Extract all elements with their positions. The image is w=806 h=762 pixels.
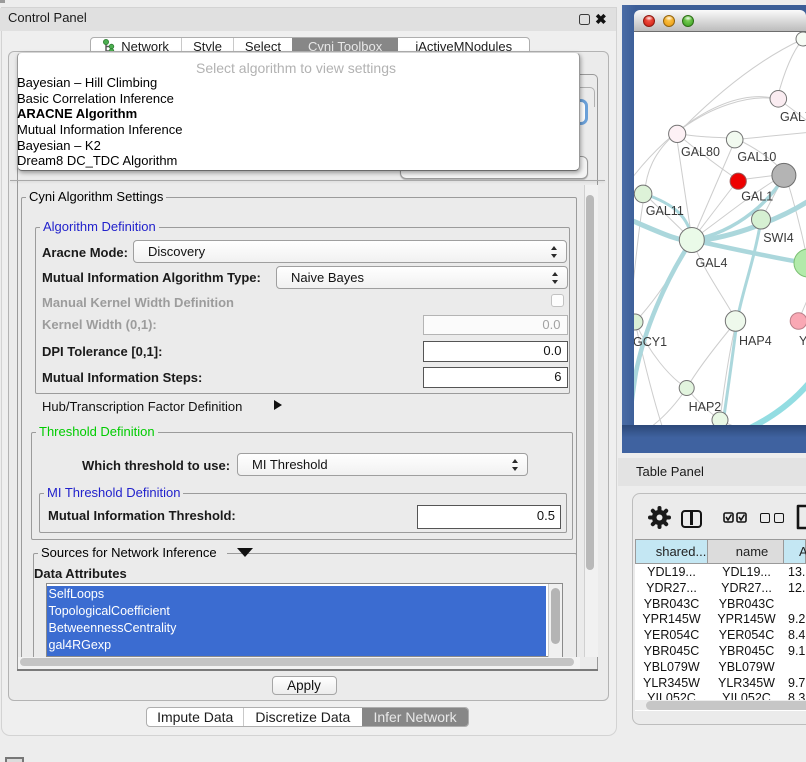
svg-text:GCY1: GCY1: [634, 335, 667, 349]
svg-text:HAP2: HAP2: [689, 400, 722, 414]
svg-text:GAL7: GAL7: [780, 110, 806, 124]
svg-text:GAL4: GAL4: [696, 256, 728, 270]
svg-text:GAL11: GAL11: [646, 204, 684, 218]
svg-text:SWI4: SWI4: [763, 231, 794, 245]
svg-text:GAL80: GAL80: [681, 145, 720, 159]
svg-text:GAL1: GAL1: [741, 190, 773, 204]
svg-text:Y: Y: [799, 334, 806, 348]
svg-text:HAP4: HAP4: [739, 334, 772, 348]
svg-text:GAL10: GAL10: [737, 150, 776, 164]
